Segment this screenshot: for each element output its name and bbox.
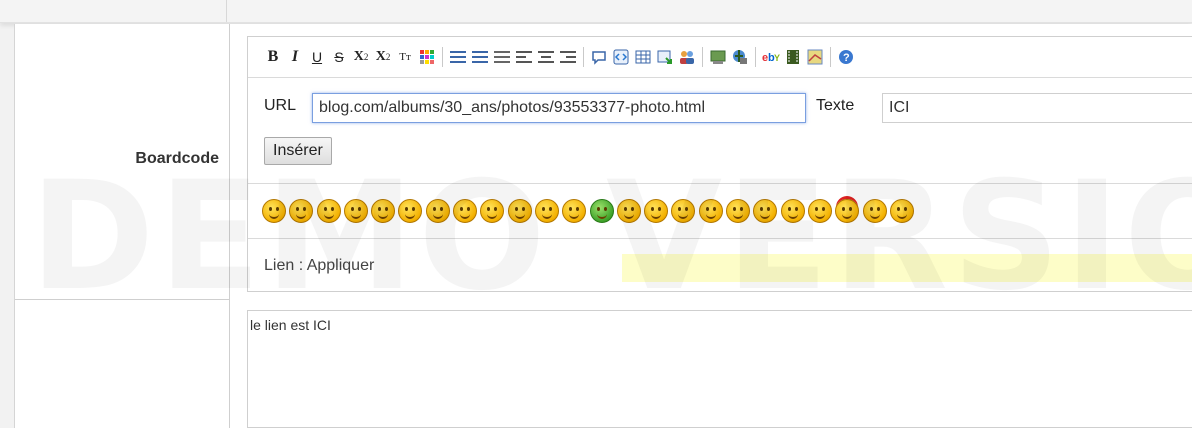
label-cell-empty <box>15 300 230 428</box>
tongue-smiley-icon[interactable] <box>398 199 423 223</box>
map-icon[interactable] <box>804 46 826 68</box>
font-size-button[interactable]: Tт <box>394 46 416 68</box>
insert-button[interactable]: Insérer <box>264 137 332 165</box>
bold-button[interactable]: B <box>262 46 284 68</box>
label-cell: Boardcode <box>15 24 230 300</box>
angry-smiley-icon[interactable] <box>425 199 450 223</box>
devil-smiley-icon[interactable] <box>835 199 860 223</box>
message-text: le lien est ICI <box>250 317 331 333</box>
superscript-glyph: X <box>375 49 386 64</box>
happy-smiley-icon[interactable] <box>562 199 587 223</box>
text-label: Texte <box>816 97 855 114</box>
smile-smiley-icon[interactable] <box>316 199 341 223</box>
blank-smiley-icon[interactable] <box>780 199 805 223</box>
shocked-smiley-icon[interactable] <box>507 199 532 223</box>
align-right-lines <box>560 49 576 65</box>
url-label: URL <box>264 97 297 114</box>
strikethrough-button[interactable]: S <box>328 46 350 68</box>
align-right-icon[interactable] <box>557 46 579 68</box>
column-divider <box>226 0 227 22</box>
bullet-list-lines <box>450 49 466 65</box>
toolbar-separator <box>830 47 831 67</box>
svg-text:Y: Y <box>774 53 780 63</box>
toolbar-separator <box>702 47 703 67</box>
italic-button[interactable]: I <box>284 46 306 68</box>
url-input[interactable] <box>312 93 806 123</box>
underline-button[interactable]: U <box>306 46 328 68</box>
editor-toolbar: B I U S X2 X2 Tт e b Y ? <box>248 37 1192 78</box>
sad-smiley-icon[interactable] <box>289 199 314 223</box>
align-list-icon[interactable] <box>491 46 513 68</box>
align-center-lines <box>538 49 554 65</box>
bullet-list-icon[interactable] <box>447 46 469 68</box>
status-text: Lien : Appliquer <box>264 257 375 274</box>
confused-smiley-icon[interactable] <box>453 199 478 223</box>
svg-text:?: ? <box>843 52 850 64</box>
grin-smiley-icon[interactable] <box>343 199 368 223</box>
cry-smiley-icon[interactable] <box>807 199 832 223</box>
superscript-button[interactable]: X2 <box>372 46 394 68</box>
table-icon[interactable] <box>632 46 654 68</box>
users-icon[interactable] <box>676 46 698 68</box>
url-row: URL Texte Insérer <box>248 79 1192 183</box>
surprised-smiley-icon[interactable] <box>480 199 505 223</box>
sleepy-smiley-icon[interactable] <box>616 199 641 223</box>
help-icon[interactable]: ? <box>835 46 857 68</box>
thinking-smiley-icon[interactable] <box>862 199 887 223</box>
code-icon[interactable] <box>610 46 632 68</box>
whistle-smiley-icon[interactable] <box>698 199 723 223</box>
eyes-smiley-icon[interactable] <box>644 199 669 223</box>
color-grid-icon[interactable] <box>416 46 438 68</box>
image-gallery-icon[interactable] <box>707 46 729 68</box>
oh-smiley-icon[interactable] <box>671 199 696 223</box>
message-textarea[interactable]: le lien est ICI <box>247 310 1192 428</box>
toolbar-separator <box>755 47 756 67</box>
text-input[interactable] <box>882 93 1192 123</box>
numbered-list-icon[interactable] <box>469 46 491 68</box>
wink-smiley-icon[interactable] <box>371 199 396 223</box>
quote-bubble-icon[interactable] <box>588 46 610 68</box>
laugh-smiley-icon[interactable] <box>753 199 778 223</box>
numbered-list-lines <box>472 49 488 65</box>
subscript-button[interactable]: X2 <box>350 46 372 68</box>
toolbar-separator <box>442 47 443 67</box>
toolbar-separator <box>583 47 584 67</box>
kiss-smiley-icon[interactable] <box>726 199 751 223</box>
status-row: Lien : Appliquer <box>248 240 1192 291</box>
align-left-lines <box>516 49 532 65</box>
superscript-index: 2 <box>385 52 391 62</box>
web-image-icon[interactable] <box>729 46 751 68</box>
ebay-icon[interactable]: ebY <box>760 46 782 68</box>
boardcode-editor: B I U S X2 X2 Tт e b Y ? URL blog.com/al… <box>247 36 1192 292</box>
status-highlight <box>622 254 1192 282</box>
sick-smiley-icon[interactable] <box>589 199 614 223</box>
cool-smiley-icon[interactable] <box>262 199 286 223</box>
insert-window-icon[interactable] <box>654 46 676 68</box>
top-bar <box>0 0 1192 23</box>
film-icon[interactable] <box>782 46 804 68</box>
align-list-lines <box>494 49 510 65</box>
dizzy-smiley-icon[interactable] <box>534 199 559 223</box>
dead-smiley-icon[interactable] <box>889 199 914 223</box>
field-label: Boardcode <box>135 150 219 167</box>
subscript-index: 2 <box>363 52 369 62</box>
smiley-bar <box>248 183 1192 239</box>
subscript-glyph: X <box>353 49 364 64</box>
form-panel: Boardcode B I U S X2 X2 Tт e b Y ? URL b… <box>14 24 1192 428</box>
align-left-icon[interactable] <box>513 46 535 68</box>
align-center-icon[interactable] <box>535 46 557 68</box>
